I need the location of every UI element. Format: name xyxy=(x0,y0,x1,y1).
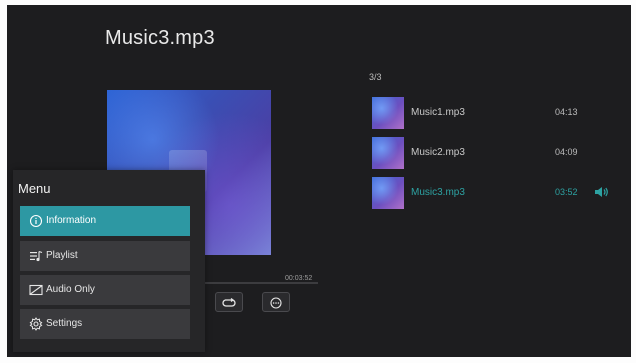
track-name: Music3.mp3 xyxy=(411,187,465,198)
gear-icon xyxy=(29,317,43,331)
speaker-icon xyxy=(595,187,608,197)
track-duration: 03:52 xyxy=(555,187,578,197)
menu-item-playlist[interactable]: Playlist xyxy=(20,241,190,271)
track-thumbnail xyxy=(372,137,404,169)
progress-bar[interactable] xyxy=(204,282,318,284)
playlist-item-playing[interactable]: Music3.mp3 03:52 xyxy=(369,177,609,211)
menu-item-audio-only[interactable]: Audio Only xyxy=(20,275,190,305)
more-button[interactable] xyxy=(262,292,290,312)
menu-item-information[interactable]: Information xyxy=(20,206,190,236)
repeat-icon xyxy=(222,298,236,307)
info-icon xyxy=(29,214,43,228)
total-time: 00:03:52 xyxy=(285,275,313,282)
track-thumbnail xyxy=(372,177,404,209)
playlist-item[interactable]: Music1.mp3 04:13 xyxy=(369,97,609,131)
track-name: Music1.mp3 xyxy=(411,107,465,118)
audio-only-icon xyxy=(29,284,43,296)
now-playing-title: Music3.mp3 xyxy=(105,27,215,49)
menu-item-label: Settings xyxy=(46,318,83,329)
track-duration: 04:09 xyxy=(555,147,578,157)
track-thumbnail xyxy=(372,97,404,129)
screen-frame: Music3.mp3 00:03:52 3/3 Music1.mp3 04:13… xyxy=(0,0,636,363)
playlist-counter: 3/3 xyxy=(369,72,382,82)
track-name: Music2.mp3 xyxy=(411,147,465,158)
menu-item-settings[interactable]: Settings xyxy=(20,309,190,339)
more-icon xyxy=(270,297,282,309)
playlist-item[interactable]: Music2.mp3 04:09 xyxy=(369,137,609,171)
repeat-button[interactable] xyxy=(215,292,243,312)
menu-item-label: Audio Only xyxy=(46,284,95,295)
menu-item-label: Playlist xyxy=(46,250,78,261)
track-duration: 04:13 xyxy=(555,107,578,117)
menu-title: Menu xyxy=(18,181,51,196)
menu-item-label: Information xyxy=(46,215,97,226)
playlist-icon xyxy=(30,250,43,262)
